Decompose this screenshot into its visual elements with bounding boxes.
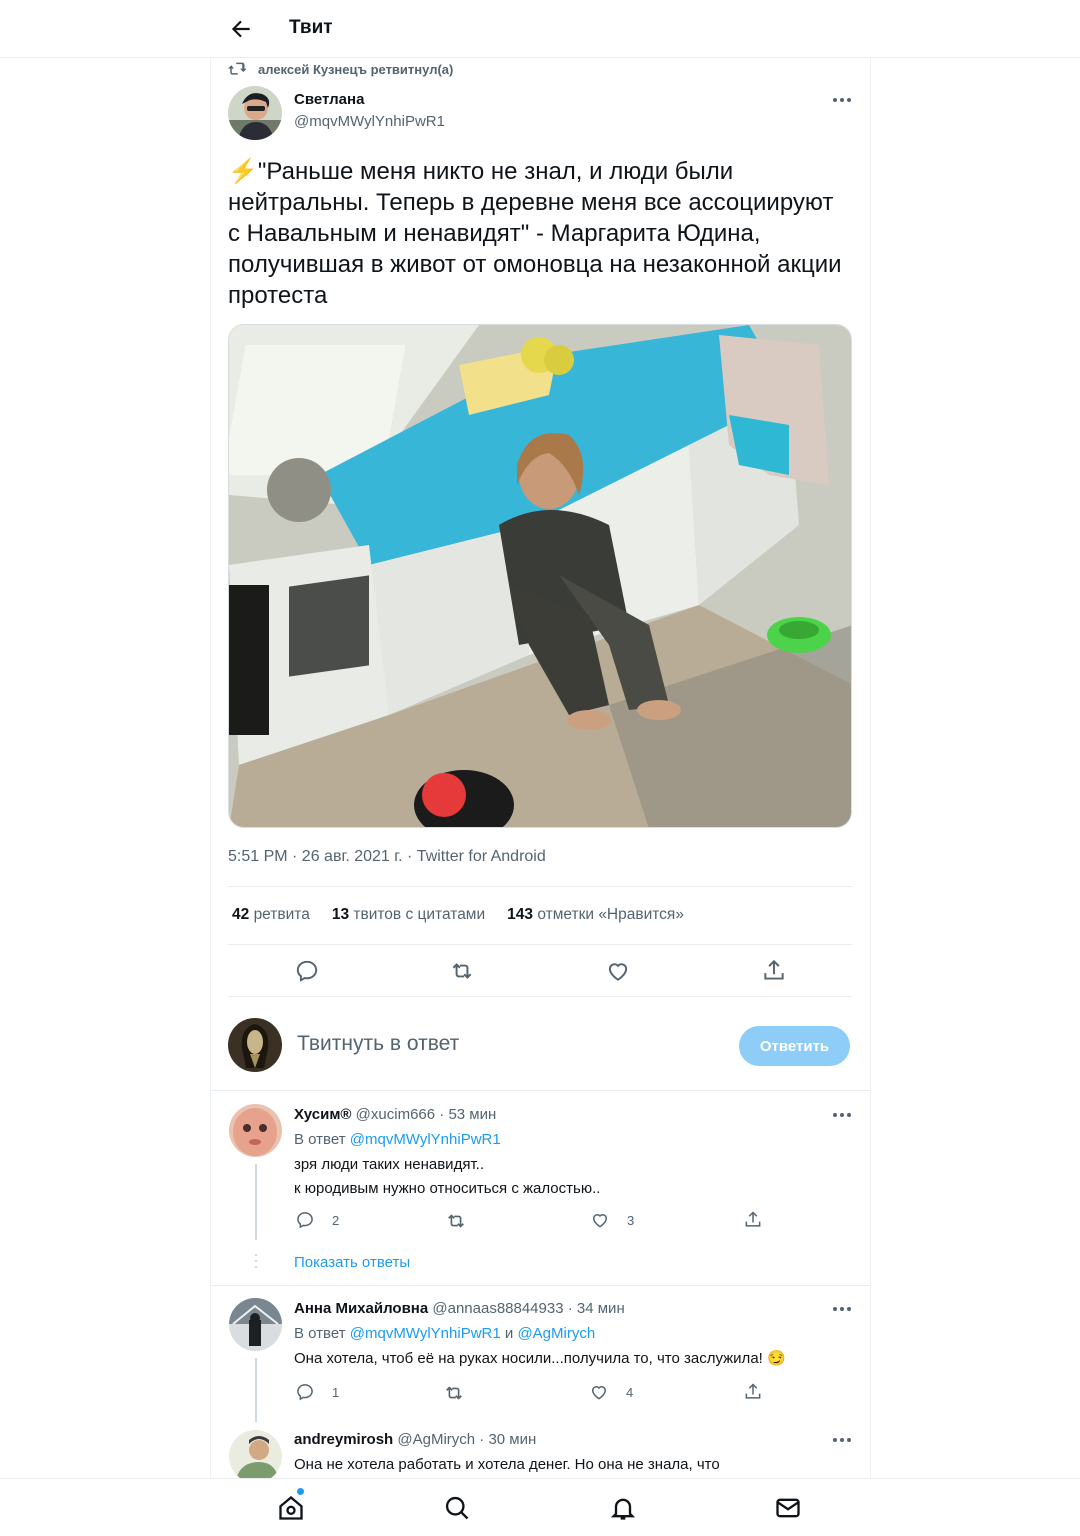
retweet-icon bbox=[448, 1214, 464, 1228]
retweeted-by[interactable]: алексей Кузнецъ ретвитнул(а) bbox=[228, 60, 453, 78]
reply-avatar[interactable] bbox=[229, 1430, 282, 1483]
divider bbox=[228, 996, 852, 997]
quotes-stat[interactable]: 13 твитов с цитатами bbox=[332, 906, 485, 924]
reply-icon bbox=[297, 1384, 313, 1401]
thread-line bbox=[255, 1164, 257, 1240]
retweet-action[interactable] bbox=[443, 1382, 482, 1404]
tweet-photo[interactable] bbox=[228, 324, 852, 828]
mention-link[interactable]: @mqvMWylYnhiPwR1 bbox=[350, 1131, 501, 1148]
heart-icon bbox=[591, 1386, 607, 1400]
reply-avatar[interactable] bbox=[229, 1298, 282, 1351]
more-icon[interactable] bbox=[830, 1304, 854, 1314]
arrow-left-icon[interactable] bbox=[228, 16, 254, 42]
tweet-text: ⚡"Раньше меня никто не знал, и люди были… bbox=[228, 156, 848, 311]
reply-avatar[interactable] bbox=[229, 1104, 282, 1157]
heart-icon bbox=[592, 1214, 608, 1228]
share-icon bbox=[745, 1211, 761, 1227]
more-icon[interactable] bbox=[830, 1110, 854, 1120]
lightning-emoji: ⚡ bbox=[228, 158, 258, 185]
author-avatar[interactable] bbox=[228, 86, 282, 140]
top-bar: Твит bbox=[0, 0, 1080, 58]
home-notification-dot bbox=[297, 1488, 304, 1495]
bottom-nav bbox=[0, 1478, 1080, 1536]
reply-input[interactable]: Твитнуть в ответ bbox=[297, 1032, 459, 1056]
divider bbox=[228, 944, 852, 945]
mail-icon[interactable] bbox=[774, 1494, 802, 1522]
thread-dots bbox=[255, 1254, 257, 1272]
share-icon[interactable] bbox=[761, 958, 787, 984]
mention-link[interactable]: @mqvMWylYnhiPwR1 bbox=[350, 1325, 501, 1342]
mention-link[interactable]: @AgMirych bbox=[517, 1325, 595, 1342]
search-icon[interactable] bbox=[443, 1494, 471, 1522]
like-count[interactable]: 3 bbox=[590, 1210, 634, 1230]
divider bbox=[228, 886, 852, 887]
reply-count[interactable]: 2 bbox=[295, 1210, 339, 1230]
heart-icon[interactable] bbox=[605, 958, 631, 984]
share-action[interactable] bbox=[743, 1382, 780, 1402]
my-avatar[interactable] bbox=[228, 1018, 282, 1072]
reply-count[interactable]: 1 bbox=[295, 1382, 339, 1402]
in-reply-to: В ответ @mqvMWylYnhiPwR1 и @AgMirych bbox=[294, 1325, 596, 1342]
reply-text: Она не хотела работать и хотела денег. Н… bbox=[294, 1456, 720, 1473]
retweet-action[interactable] bbox=[445, 1210, 484, 1232]
thread-line bbox=[255, 1358, 257, 1422]
retweet-icon bbox=[228, 62, 246, 75]
author-handle[interactable]: @mqvMWylYnhiPwR1 bbox=[294, 113, 445, 130]
share-action[interactable] bbox=[743, 1210, 780, 1230]
page-title: Твит bbox=[289, 17, 333, 38]
reply-author[interactable]: andreymirosh @AgMirych · 30 мин bbox=[294, 1431, 536, 1448]
bell-icon[interactable] bbox=[609, 1494, 637, 1522]
reply-icon bbox=[297, 1212, 313, 1229]
tweet-body: "Раньше меня никто не знал, и люди были … bbox=[228, 158, 842, 309]
author-name[interactable]: Светлана bbox=[294, 91, 364, 108]
retweets-stat[interactable]: 42 ретвита bbox=[232, 906, 310, 924]
more-icon[interactable] bbox=[830, 95, 854, 105]
reply-author[interactable]: Хусим® @xucim666 · 53 мин bbox=[294, 1106, 496, 1123]
divider bbox=[210, 1090, 871, 1091]
reply-icon[interactable] bbox=[294, 958, 320, 984]
share-icon bbox=[745, 1383, 761, 1399]
reply-button[interactable]: Ответить bbox=[739, 1026, 850, 1066]
reply-text: зря люди таких ненавидят.. к юродивым ну… bbox=[294, 1156, 601, 1197]
likes-stat[interactable]: 143 отметки «Нравится» bbox=[507, 906, 684, 924]
tweet-stats: 42 ретвита 13 твитов с цитатами 143 отме… bbox=[232, 906, 706, 924]
like-count[interactable]: 4 bbox=[589, 1382, 633, 1402]
reply-text: Она хотела, чтоб её на руках носили...по… bbox=[294, 1350, 786, 1367]
reply-author[interactable]: Анна Михайловна @annaas88844933 · 34 мин bbox=[294, 1300, 625, 1317]
retweeted-by-label: алексей Кузнецъ ретвитнул(а) bbox=[258, 61, 454, 77]
divider bbox=[210, 1285, 871, 1286]
more-icon[interactable] bbox=[830, 1435, 854, 1445]
retweet-icon bbox=[446, 1386, 462, 1400]
home-icon[interactable] bbox=[277, 1494, 305, 1522]
retweet-icon[interactable] bbox=[449, 958, 475, 984]
in-reply-to: В ответ @mqvMWylYnhiPwR1 bbox=[294, 1131, 501, 1148]
show-replies-link[interactable]: Показать ответы bbox=[294, 1254, 410, 1271]
tweet-meta: 5:51 PM · 26 авг. 2021 г. · Twitter for … bbox=[228, 848, 546, 865]
